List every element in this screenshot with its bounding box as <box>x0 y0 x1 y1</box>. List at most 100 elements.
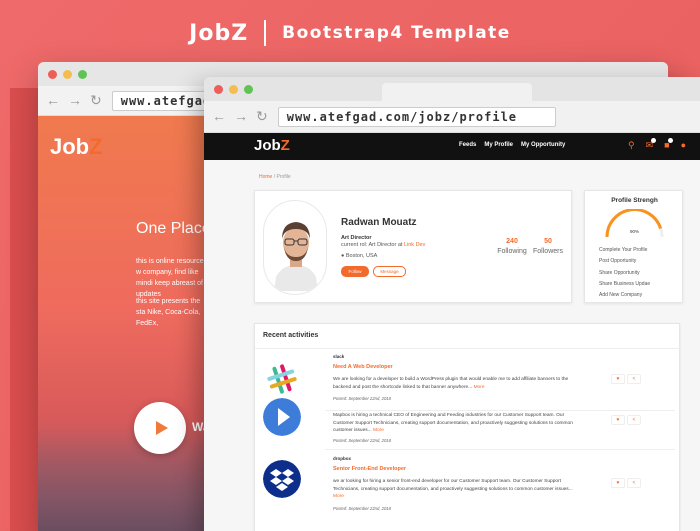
site-logo[interactable]: JobZ <box>254 137 290 154</box>
front-browser-titlebar <box>204 77 700 101</box>
banner-title: JobZ Bootstrap4 Template <box>0 16 700 50</box>
activity-actions: ♥ < <box>611 415 641 425</box>
follow-label: Follow <box>348 269 362 274</box>
play-icon <box>156 421 168 435</box>
forward-arrow-icon[interactable]: → <box>234 108 248 125</box>
strength-task[interactable]: Share Business Updae <box>599 279 650 290</box>
following-stat[interactable]: 240 Following <box>492 238 532 255</box>
message-button[interactable]: Message <box>373 266 406 277</box>
hero-paragraph: this is online resource w company, find … <box>136 258 204 298</box>
like-button[interactable]: ♥ <box>611 478 625 488</box>
banner-subtitle: Bootstrap4 Template <box>282 23 511 43</box>
message-icon[interactable]: ✉ <box>646 138 656 151</box>
nav-link-feeds[interactable]: Feeds <box>459 142 476 148</box>
activity-description-text: we ar looking for hiring a senior front-… <box>333 479 573 492</box>
back-arrow-icon[interactable]: ← <box>212 108 226 125</box>
activity-posted-date: Posted: September 22nd, 2018 <box>333 506 391 511</box>
share-button[interactable]: < <box>627 374 641 384</box>
more-link[interactable]: More <box>333 494 344 499</box>
avatar <box>263 200 327 295</box>
following-label: Following <box>497 248 527 255</box>
strength-percent: 90% <box>629 229 639 234</box>
activity-job-title[interactable]: Need A Web Developer <box>333 364 393 370</box>
activity-actions: ♥ < <box>611 374 641 384</box>
activity-actions: ♥ < <box>611 478 641 488</box>
maximize-window-button[interactable] <box>78 70 87 79</box>
profile-location: ● Boston, USA <box>341 253 377 259</box>
nav-link-my-opportunity[interactable]: My Opportunity <box>521 142 565 148</box>
hero-paragraph-2: this site presents the sta Nike, Coca-Co… <box>136 298 201 327</box>
maximize-window-button[interactable] <box>244 85 253 94</box>
more-link[interactable]: More <box>474 385 485 390</box>
close-window-button[interactable] <box>48 70 57 79</box>
notification-icon[interactable]: ■ <box>664 138 674 151</box>
activity-company: dropbox <box>333 456 351 461</box>
close-window-button[interactable] <box>214 85 223 94</box>
banner-divider <box>264 20 267 46</box>
nav-link-my-profile[interactable]: My Profile <box>484 142 513 148</box>
mapbox-logo-icon <box>263 398 301 436</box>
front-address-bar[interactable]: www.atefgad.com/jobz/profile <box>277 106 556 127</box>
like-button[interactable]: ♥ <box>611 374 625 384</box>
minimize-window-button[interactable] <box>229 85 238 94</box>
logo-accent-text: Z <box>89 134 103 159</box>
logo-main-text: Job <box>254 137 281 154</box>
site-navbar: JobZ Feeds My Profile My Opportunity ⚲ ✉… <box>204 133 700 160</box>
more-link[interactable]: More <box>373 428 384 433</box>
window-controls <box>48 70 87 79</box>
strength-task[interactable]: Add New Company <box>599 290 650 301</box>
back-site-logo[interactable]: JobZ <box>50 134 103 160</box>
search-icon[interactable]: ⚲ <box>628 140 635 151</box>
activity-description: We are looking for a developer to build … <box>333 376 573 391</box>
profile-card: Radwan Mouatz Art Director current rol: … <box>254 190 572 303</box>
activities-title: Recent activities <box>263 332 319 339</box>
activity-description: Mapbox is hiring a technical CEO of Engi… <box>333 412 573 435</box>
message-label: Message <box>380 269 399 274</box>
front-browser-window: ← → ↻ www.atefgad.com/jobz/profile JobZ … <box>204 77 700 531</box>
strength-task-list: Complete Your Profile Post Opportunity S… <box>599 245 650 301</box>
breadcrumb-current: Profile <box>276 174 291 180</box>
forward-arrow-icon[interactable]: → <box>68 92 82 109</box>
user-icon[interactable]: ● <box>681 140 686 151</box>
follow-button[interactable]: Follow <box>341 266 369 277</box>
profile-name: Radwan Mouatz <box>341 217 417 228</box>
activity-item: dropbox Senior Front-End Developer we ar… <box>255 450 681 520</box>
recent-activities-card: Recent activities slack Need A Web Devel… <box>254 323 681 531</box>
breadcrumb-home[interactable]: Home <box>259 174 272 180</box>
activity-description-text: Mapbox is hiring a technical CEO of Engi… <box>333 413 573 434</box>
logo-main-text: Job <box>50 134 90 159</box>
activity-item: slack Need A Web Developer We are lookin… <box>255 350 681 412</box>
window-controls <box>214 85 253 94</box>
strength-gauge <box>605 209 664 238</box>
share-button[interactable]: < <box>627 478 641 488</box>
activity-description: we ar looking for hiring a senior front-… <box>333 478 573 501</box>
divider <box>255 348 681 349</box>
profile-role: Art Director <box>341 235 372 241</box>
like-button[interactable]: ♥ <box>611 415 625 425</box>
minimize-window-button[interactable] <box>63 70 72 79</box>
strength-task[interactable]: Complete Your Profile <box>599 245 650 256</box>
profile-strength-card: Profile Strengh 90% Complete Your Profil… <box>584 190 683 303</box>
nav-links: Feeds My Profile My Opportunity <box>459 142 565 148</box>
reload-icon[interactable]: ↻ <box>256 108 268 125</box>
followers-count: 50 <box>544 238 552 245</box>
share-button[interactable]: < <box>627 415 641 425</box>
followers-label: Followers <box>533 248 563 255</box>
strength-task[interactable]: Post Opportunity <box>599 256 650 267</box>
company-link[interactable]: Link Dev <box>404 242 425 248</box>
strength-title: Profile Strengh <box>611 197 658 204</box>
decorative-shadow <box>10 88 38 531</box>
strength-task[interactable]: Share Opportunity <box>599 268 650 279</box>
breadcrumb: Home / Profile <box>259 174 291 180</box>
play-video-button[interactable] <box>134 402 186 454</box>
back-arrow-icon[interactable]: ← <box>46 92 60 109</box>
current-role-text: current rol: Art Director at <box>341 242 403 248</box>
activity-job-title[interactable]: Senior Front-End Developer <box>333 466 406 472</box>
followers-stat[interactable]: 50 Followers <box>528 238 568 255</box>
slack-logo-icon <box>263 360 301 398</box>
browser-tab[interactable] <box>382 83 532 101</box>
location-icon: ● <box>341 253 345 259</box>
banner-logo: JobZ <box>189 20 249 46</box>
reload-icon[interactable]: ↻ <box>90 92 102 109</box>
profile-current-role: current rol: Art Director at Link Dev <box>341 242 425 248</box>
